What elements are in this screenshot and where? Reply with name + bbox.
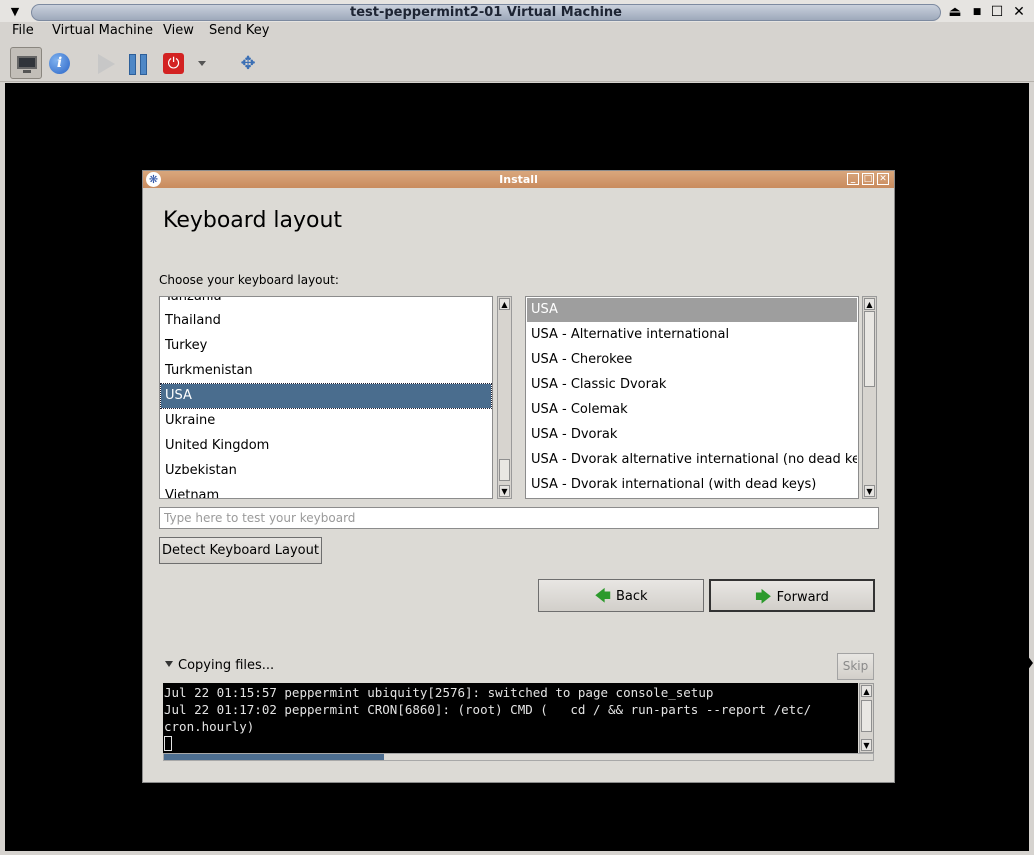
forward-button[interactable]: 🡆 Forward: [709, 579, 875, 612]
list-item-selected[interactable]: USA: [160, 383, 492, 409]
list-item[interactable]: USA - Colemak: [527, 398, 857, 422]
scroll-down-icon[interactable]: ▼: [499, 485, 510, 497]
shutdown-dropdown-icon[interactable]: [198, 61, 206, 66]
menu-view[interactable]: View: [163, 23, 194, 38]
copying-label: Copying files...: [178, 658, 275, 673]
country-list[interactable]: Tanzania Thailand Turkey Turkmenistan US…: [159, 296, 493, 499]
fullscreen-button[interactable]: ✥: [231, 47, 263, 79]
list-item[interactable]: USA - Cherokee: [527, 348, 857, 372]
pause-icon-bar: [140, 54, 147, 75]
install-log[interactable]: Jul 22 01:15:57 peppermint ubiquity[2576…: [163, 683, 858, 753]
variant-list[interactable]: USA USA - Alternative international USA …: [525, 296, 859, 499]
list-item[interactable]: Turkey: [161, 334, 491, 358]
scroll-down-icon[interactable]: ▼: [861, 739, 872, 751]
country-list-scrollbar[interactable]: ▲ ▼: [497, 296, 512, 499]
scroll-thumb[interactable]: [864, 311, 875, 387]
menu-virtual-machine[interactable]: Virtual Machine: [52, 23, 153, 38]
menubar: File Virtual Machine View Send Key: [0, 22, 1034, 42]
install-titlebar: ❋ Install _ □ ✕: [143, 171, 894, 188]
list-item[interactable]: Uzbekistan: [161, 459, 491, 483]
menu-file[interactable]: File: [12, 23, 34, 38]
install-window: ❋ Install _ □ ✕ Keyboard layout Choose y…: [142, 170, 895, 783]
window-title: test-peppermint2-01 Virtual Machine: [31, 4, 941, 21]
log-line: Jul 22 01:17:02 peppermint CRON[6860]: (…: [164, 702, 812, 717]
pause-icon: [129, 54, 136, 75]
minimize-icon[interactable]: ■: [968, 3, 986, 21]
install-title: Install: [499, 173, 538, 186]
scroll-up-icon[interactable]: ▲: [864, 298, 875, 310]
window-titlebar: ▼ test-peppermint2-01 Virtual Machine ⏏ …: [0, 0, 1034, 24]
detect-keyboard-layout-button[interactable]: Detect Keyboard Layout: [159, 537, 322, 564]
monitor-icon: [17, 56, 37, 69]
back-button[interactable]: 🡄 Back: [538, 579, 704, 612]
log-cursor-line: [164, 735, 857, 752]
log-line: Jul 22 01:15:57 peppermint ubiquity[2576…: [164, 685, 714, 700]
install-progress-fill: [164, 754, 384, 760]
page-title: Keyboard layout: [163, 208, 343, 233]
list-item[interactable]: Tanzania: [161, 297, 491, 309]
list-item[interactable]: Turkmenistan: [161, 359, 491, 383]
back-button-label: Back: [615, 589, 648, 604]
installer-logo-icon: ❋: [146, 172, 161, 187]
log-line: cron.hourly): [164, 719, 255, 734]
scroll-up-icon[interactable]: ▲: [499, 298, 510, 310]
toolbar: i ⏻ ✥: [0, 42, 1034, 82]
install-minimize-icon[interactable]: _: [847, 173, 859, 185]
console-button[interactable]: [10, 47, 42, 79]
variant-list-scrollbar[interactable]: ▲ ▼: [862, 296, 877, 499]
scroll-up-icon[interactable]: ▲: [861, 685, 872, 697]
menu-send-key[interactable]: Send Key: [209, 23, 269, 38]
install-close-icon[interactable]: ✕: [877, 173, 889, 185]
mouse-cursor-icon: [1027, 655, 1033, 671]
pause-button[interactable]: [123, 47, 155, 79]
info-icon: i: [49, 53, 70, 74]
monitor-stand: [23, 70, 31, 73]
run-button[interactable]: [89, 47, 121, 79]
install-maximize-icon[interactable]: □: [862, 173, 874, 185]
list-item[interactable]: Ukraine: [161, 409, 491, 433]
log-scrollbar[interactable]: ▲ ▼: [859, 683, 874, 753]
scroll-thumb[interactable]: [499, 459, 510, 481]
keyboard-test-input[interactable]: [159, 507, 879, 529]
window-menu-icon[interactable]: ▼: [8, 5, 22, 19]
list-item[interactable]: USA - Alternative international: [527, 323, 857, 347]
list-item[interactable]: USA - Dvorak international (with dead ke…: [527, 473, 857, 497]
list-item[interactable]: USA - Classic Dvorak: [527, 373, 857, 397]
play-icon: [98, 54, 115, 74]
list-item[interactable]: Vietnam: [161, 484, 491, 498]
expander-arrow-icon: [165, 661, 173, 667]
move-arrows-icon: ✥: [240, 53, 256, 74]
list-item[interactable]: Thailand: [161, 309, 491, 333]
install-progress-bar: [163, 753, 874, 761]
skip-button[interactable]: Skip: [837, 653, 874, 680]
scroll-thumb[interactable]: [861, 700, 872, 732]
scroll-down-icon[interactable]: ▼: [864, 485, 875, 497]
copying-expander[interactable]: Copying files...: [165, 658, 274, 673]
choose-layout-label: Choose your keyboard layout:: [159, 273, 339, 287]
list-item[interactable]: United Kingdom: [161, 434, 491, 458]
list-item[interactable]: USA - Dvorak alternative international (…: [527, 448, 857, 472]
maximize-icon[interactable]: ☐: [988, 3, 1006, 21]
power-icon: ⏻: [163, 53, 184, 74]
terminal-cursor: [164, 736, 172, 751]
close-icon[interactable]: ✕: [1010, 3, 1028, 21]
arrow-left-icon: 🡄: [594, 586, 611, 605]
shade-icon[interactable]: ⏏: [946, 3, 964, 21]
arrow-right-icon: 🡆: [755, 587, 772, 606]
list-item[interactable]: USA - Dvorak: [527, 423, 857, 447]
details-button[interactable]: i: [43, 47, 75, 79]
list-item-selected[interactable]: USA: [527, 298, 857, 322]
forward-button-label: Forward: [776, 590, 829, 605]
shutdown-button[interactable]: ⏻: [157, 47, 189, 79]
